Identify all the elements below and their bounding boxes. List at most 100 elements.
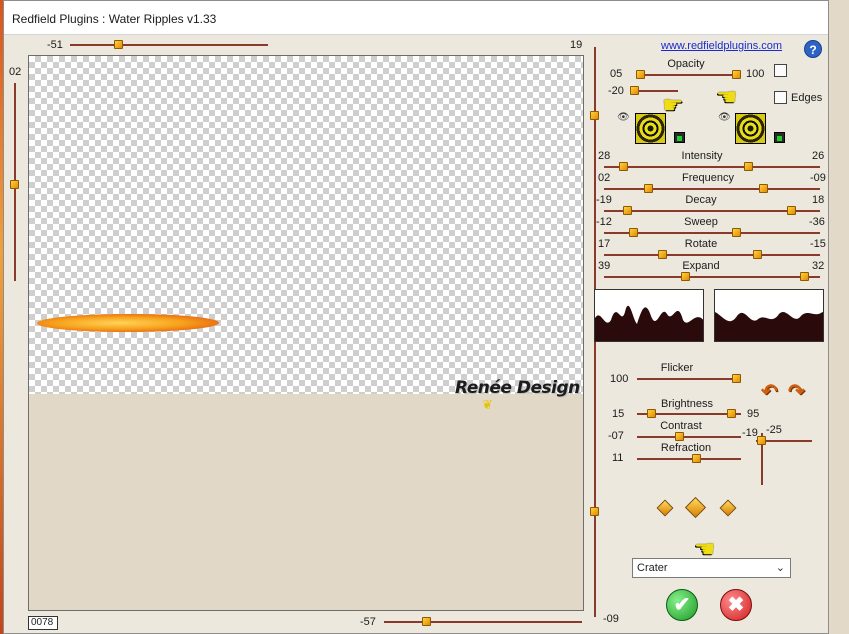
plugin-client-area: -51 19 02 Renée Design ❦ 0078 -57 -09 ww…: [4, 35, 828, 633]
refraction-slider-track[interactable]: [637, 458, 741, 460]
flicker-slider-track[interactable]: [637, 378, 741, 380]
diamond-icon-small-left[interactable]: [656, 499, 674, 517]
edges-label: Edges: [791, 92, 823, 104]
eye-icon-left[interactable]: 👁: [617, 112, 630, 123]
frequency-right-value: -09: [810, 172, 826, 184]
diamond-icon-large[interactable]: [684, 496, 707, 519]
help-icon[interactable]: ?: [804, 40, 822, 58]
left-slider-label: 02: [9, 66, 22, 78]
watermark-butterfly-icon: ❦: [482, 397, 493, 412]
opacity-checkbox[interactable]: [774, 64, 787, 77]
sweep-left-thumb[interactable]: [629, 228, 638, 237]
website-link[interactable]: www.redfieldplugins.com: [661, 40, 782, 52]
bottom-slider-thumb[interactable]: [422, 617, 431, 626]
ok-button[interactable]: ✔: [666, 589, 698, 621]
expand-right-thumb[interactable]: [800, 272, 809, 281]
frequency-label: Frequency: [682, 172, 734, 184]
sweep-label: Sweep: [684, 216, 718, 228]
flicker-label: Flicker: [660, 362, 694, 374]
source-toggle-right[interactable]: [774, 132, 785, 143]
opacity-label: Opacity: [667, 58, 705, 70]
decay-right-value: 18: [812, 194, 825, 206]
eye-icon-right[interactable]: 👁: [718, 112, 731, 123]
contrast-thumb[interactable]: [675, 432, 684, 441]
diamond-icon-small-right[interactable]: [719, 499, 737, 517]
top-slider-track[interactable]: [70, 44, 268, 46]
left-slider-thumb[interactable]: [10, 180, 19, 189]
decay-label: Decay: [685, 194, 717, 206]
flicker-thumb[interactable]: [732, 374, 741, 383]
right-slider-label: -09: [603, 613, 619, 625]
sweep-right-value: -36: [809, 216, 825, 228]
rotate-right-thumb[interactable]: [753, 250, 762, 259]
intensity-right-value: 26: [812, 150, 825, 162]
sweep-left-value: -12: [596, 216, 612, 228]
right-slider-thumb-bottom[interactable]: [590, 507, 599, 516]
intensity-left-thumb[interactable]: [619, 162, 628, 171]
pointing-hand-icon-left: ☛: [662, 92, 684, 119]
sweep-right-thumb[interactable]: [732, 228, 741, 237]
rotate-left-value: 17: [598, 238, 611, 250]
top-slider-max-label: 19: [570, 39, 583, 51]
transparency-checkerboard: [29, 56, 583, 394]
vertical-mini-thumb[interactable]: [757, 436, 766, 445]
decay-left-thumb[interactable]: [623, 206, 632, 215]
rotate-slider-track[interactable]: [604, 254, 820, 256]
decay-right-thumb[interactable]: [787, 206, 796, 215]
undo-arrow-icon[interactable]: ↶: [761, 379, 778, 404]
right-slider-thumb-top[interactable]: [590, 111, 599, 120]
brightness-label: Brightness: [661, 398, 713, 410]
preset-selected-value: Crater: [637, 562, 668, 574]
preview-canvas[interactable]: Renée Design ❦: [28, 55, 584, 611]
frequency-right-thumb[interactable]: [759, 184, 768, 193]
opacity-right-value: 100: [746, 68, 765, 80]
pointing-hand-icon-right: ☛: [716, 84, 738, 111]
brightness-left-thumb[interactable]: [647, 409, 656, 418]
intensity-right-thumb[interactable]: [744, 162, 753, 171]
expand-right-value: 32: [812, 260, 825, 272]
frequency-slider-track[interactable]: [604, 188, 820, 190]
source-toggle-left[interactable]: [674, 132, 685, 143]
frequency-left-value: 02: [598, 172, 611, 184]
refraction-value: 11: [612, 452, 624, 464]
refraction-thumb[interactable]: [692, 454, 701, 463]
frame-counter: 0078: [28, 616, 58, 630]
bottom-slider-track[interactable]: [384, 621, 582, 623]
contrast-label: Contrast: [660, 420, 702, 432]
edges-checkbox[interactable]: [774, 91, 787, 104]
opacity-second-thumb[interactable]: [630, 86, 639, 95]
opacity-right-thumb[interactable]: [732, 70, 741, 79]
waveform-preview-left: [594, 289, 704, 342]
waveform-preview-right: [714, 289, 824, 342]
flicker-value: 100: [610, 373, 629, 385]
expand-left-thumb[interactable]: [681, 272, 690, 281]
vertical-slider-value: -25: [766, 424, 782, 436]
opacity-second-value: -20: [608, 85, 624, 97]
ripple-source-swatch-right[interactable]: [735, 113, 766, 144]
expand-slider-track[interactable]: [604, 276, 820, 278]
expand-left-value: 39: [598, 260, 611, 272]
brightness-right-thumb[interactable]: [727, 409, 736, 418]
contrast-slider-track[interactable]: [637, 436, 741, 438]
waveform-left-graphic: [595, 305, 703, 341]
preset-dropdown[interactable]: Crater ⌄: [632, 558, 791, 578]
watermark-text: Renée Design: [455, 378, 580, 398]
window-title: Redfield Plugins : Water Ripples v1.33: [12, 12, 217, 26]
redo-arrow-icon[interactable]: ↷: [788, 379, 805, 404]
cancel-button[interactable]: ✖: [720, 589, 752, 621]
intensity-slider-track[interactable]: [604, 166, 820, 168]
rotate-left-thumb[interactable]: [658, 250, 667, 259]
opacity-slider-track[interactable]: [638, 74, 738, 76]
top-slider-thumb[interactable]: [114, 40, 123, 49]
bottom-slider-label: -57: [360, 616, 376, 628]
plugin-window: Redfield Plugins : Water Ripples v1.33 -…: [3, 0, 829, 634]
title-bar: Redfield Plugins : Water Ripples v1.33: [4, 1, 828, 35]
chevron-down-icon: ⌄: [775, 562, 785, 574]
frequency-left-thumb[interactable]: [644, 184, 653, 193]
brightness-left-value: 15: [612, 408, 625, 420]
intensity-label: Intensity: [681, 150, 723, 162]
opacity-left-thumb[interactable]: [636, 70, 645, 79]
expand-label: Expand: [682, 260, 720, 272]
decay-left-value: -19: [596, 194, 612, 206]
intensity-left-value: 28: [598, 150, 611, 162]
